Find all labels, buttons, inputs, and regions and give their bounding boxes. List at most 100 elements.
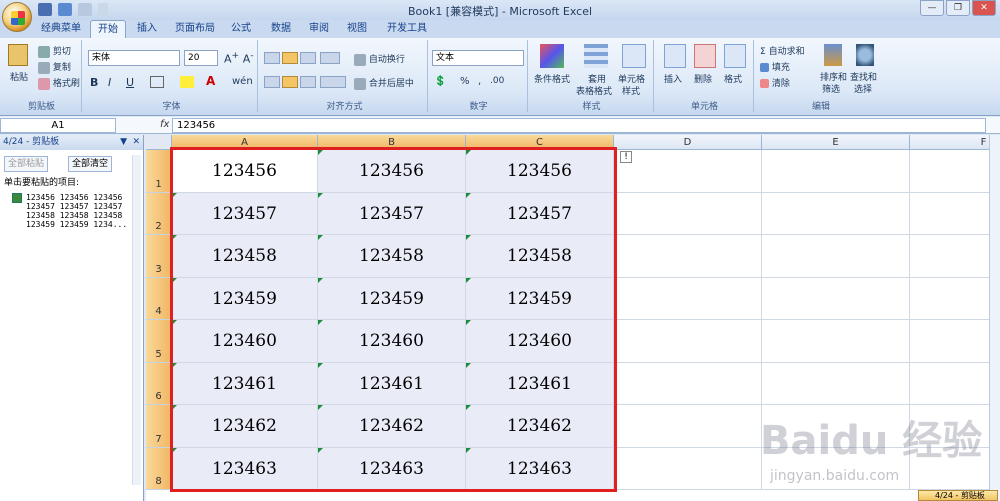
empty-cell[interactable] [910,320,1000,363]
column-header-f[interactable]: F [910,135,1000,150]
data-cell[interactable]: 123462 [318,405,466,448]
sort-filter-icon[interactable] [824,44,842,66]
align-top-icon[interactable] [264,52,280,64]
tab-page-layout[interactable]: 页面布局 [170,20,220,38]
data-cell[interactable]: 123461 [318,362,466,405]
copy-button[interactable]: 复制 [53,63,71,73]
clipboard-item[interactable]: 123456 123456 123456 123457 123457 12345… [12,193,130,229]
indent-icon[interactable] [320,76,346,88]
percent-icon[interactable]: % [460,76,470,87]
empty-cell[interactable] [910,150,1000,193]
empty-cell[interactable] [762,277,910,320]
data-cell[interactable]: 123456 [172,150,318,193]
close-button[interactable]: ✕ [972,0,996,16]
tab-formulas[interactable]: 公式 [226,20,256,38]
tab-view[interactable]: 视图 [342,20,372,38]
data-cell[interactable]: 123463 [466,447,614,490]
row-header[interactable]: 2 [146,192,172,235]
data-cell[interactable]: 123463 [172,447,318,490]
pane-scrollbar[interactable] [132,155,141,485]
row-header[interactable]: 1 [146,150,172,193]
underline-icon[interactable]: U [126,76,134,89]
paste-button[interactable]: 粘贴 [10,70,28,83]
row-header[interactable]: 8 [146,447,172,490]
fill-color-icon[interactable] [180,76,194,88]
tab-developer[interactable]: 开发工具 [382,20,432,38]
orientation-icon[interactable] [320,52,340,64]
empty-cell[interactable] [614,150,762,193]
conditional-format-icon[interactable] [540,44,564,68]
font-color-icon[interactable]: A [206,74,215,88]
paste-all-button[interactable]: 全部粘贴 [4,156,49,172]
empty-cell[interactable] [762,192,910,235]
number-format-select[interactable]: 文本 [432,50,524,66]
clear-all-button[interactable]: 全部清空 [68,156,113,172]
border-icon[interactable] [150,76,164,88]
tab-review[interactable]: 审阅 [304,20,334,38]
fill-button[interactable]: 填充 [772,63,790,73]
data-cell[interactable]: 123456 [318,150,466,193]
data-cell[interactable]: 123462 [172,405,318,448]
empty-cell[interactable] [910,193,1000,235]
column-header-a[interactable]: A [172,135,318,150]
insert-cells-button[interactable]: 插入 [664,72,682,85]
format-cells-icon[interactable] [724,44,746,68]
data-cell[interactable]: 123457 [318,192,466,235]
pane-close-icon[interactable]: ✕ [132,135,140,150]
data-cell[interactable]: 123461 [172,362,318,405]
comma-icon[interactable]: , [478,76,481,87]
tab-insert[interactable]: 插入 [132,20,162,38]
currency-icon[interactable]: 💲 [434,76,446,87]
decimal-icon[interactable]: .00 [490,76,504,86]
phonetic-icon[interactable]: wén [232,76,253,87]
empty-cell[interactable] [762,235,910,278]
cell-styles-icon[interactable] [622,44,646,68]
empty-cell[interactable] [614,277,762,320]
data-cell[interactable]: 123460 [466,320,614,363]
autosum-button[interactable]: 自动求和 [769,47,805,57]
format-cells-button[interactable]: 格式 [724,72,742,85]
cell-styles-label2[interactable]: 样式 [622,84,640,97]
column-header-d[interactable]: D [614,135,762,150]
conditional-format-button[interactable]: 条件格式 [534,72,570,85]
find-select-label2[interactable]: 选择 [854,82,872,95]
row-header[interactable]: 6 [146,362,172,405]
format-as-table-label2[interactable]: 表格格式 [576,84,612,97]
pane-menu-icon[interactable]: ▼ [120,135,127,150]
office-button[interactable] [2,2,32,32]
empty-cell[interactable] [614,447,762,490]
align-right-icon[interactable] [300,76,316,88]
data-cell[interactable]: 123460 [318,320,466,363]
data-cell[interactable]: 123458 [172,235,318,278]
font-name-select[interactable]: 宋体 [88,50,180,66]
empty-cell[interactable] [614,192,762,235]
data-cell[interactable]: 123457 [466,192,614,235]
clear-button[interactable]: 清除 [772,79,790,89]
empty-cell[interactable] [910,363,1000,405]
clipboard-status-button[interactable]: 4/24 - 剪贴板 [918,490,998,501]
font-size-select[interactable]: 20 [184,50,218,66]
empty-cell[interactable] [762,362,910,405]
empty-cell[interactable] [762,320,910,363]
row-header[interactable]: 7 [146,405,172,448]
maximize-button[interactable]: ❐ [946,0,970,16]
column-header-b[interactable]: B [318,135,466,150]
formula-input[interactable]: 123456 [172,118,986,133]
data-cell[interactable]: 123459 [318,277,466,320]
row-header[interactable]: 3 [146,235,172,278]
align-middle-icon[interactable] [282,52,298,64]
row-header[interactable]: 4 [146,277,172,320]
data-cell[interactable]: 123458 [466,235,614,278]
empty-cell[interactable] [910,235,1000,278]
format-as-table-icon[interactable] [584,44,608,68]
empty-cell[interactable] [614,235,762,278]
italic-icon[interactable]: I [108,76,111,89]
minimize-button[interactable]: — [920,0,944,16]
data-cell[interactable]: 123463 [318,447,466,490]
insert-function-button[interactable]: fx [160,119,169,130]
bold-icon[interactable]: B [90,76,98,89]
wrap-text-button[interactable]: 自动换行 [369,55,405,65]
format-painter-button[interactable]: 格式刷 [53,79,80,89]
cut-button[interactable]: 剪切 [53,47,71,57]
paste-icon[interactable] [8,44,28,66]
